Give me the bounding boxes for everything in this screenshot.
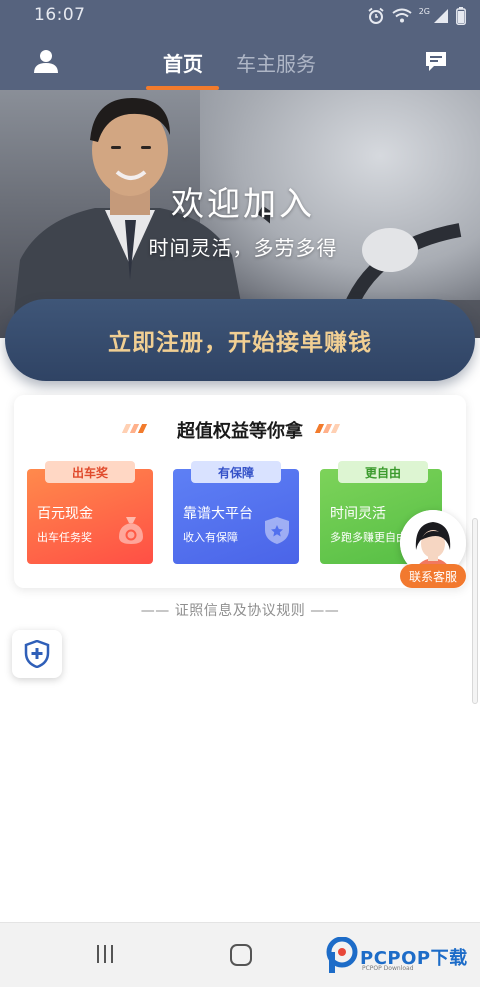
hero-title: 欢迎加入 bbox=[171, 184, 315, 223]
benefits-title: 超值权益等你拿 bbox=[177, 421, 303, 442]
benefit-cash-reward[interactable]: 出车奖 百元现金 出车任务奖 bbox=[27, 461, 153, 564]
benefit-reliable-platform[interactable]: 有保障 靠谱大平台 收入有保障 bbox=[173, 461, 299, 564]
license-info-link[interactable]: —— 证照信息及协议规则 —— bbox=[0, 600, 480, 620]
battery-icon bbox=[456, 7, 466, 25]
wifi-icon bbox=[392, 8, 412, 23]
watermark: PCPOP下载 PCPOP Download bbox=[326, 936, 476, 977]
watermark-subtext: PCPOP Download bbox=[362, 965, 414, 972]
contact-service-button[interactable]: 联系客服 bbox=[400, 564, 466, 588]
money-bag-icon bbox=[119, 517, 143, 544]
system-nav-bar: PCPOP下载 PCPOP Download bbox=[0, 922, 480, 987]
benefit-desc: 出车任务奖 bbox=[37, 531, 92, 544]
benefit-name: 靠谱大平台 bbox=[183, 506, 253, 522]
pcpop-logo-icon bbox=[326, 936, 358, 973]
shield-plus-icon bbox=[24, 640, 50, 668]
alarm-icon bbox=[368, 7, 384, 24]
status-bar: 16:07 2G bbox=[0, 0, 480, 32]
tab-home[interactable]: 首页 bbox=[163, 48, 203, 77]
benefit-name: 时间灵活 bbox=[330, 506, 386, 522]
network-label: 2G bbox=[418, 7, 430, 16]
title-decoration-right bbox=[314, 424, 341, 433]
status-icons: 2G bbox=[367, 7, 466, 25]
benefit-name: 百元现金 bbox=[37, 506, 93, 522]
message-icon[interactable] bbox=[423, 48, 449, 74]
benefit-tag: 有保障 bbox=[191, 461, 281, 483]
benefit-desc: 多跑多赚更自由 bbox=[330, 531, 404, 544]
status-time: 16:07 bbox=[34, 5, 86, 25]
recent-apps-button[interactable] bbox=[97, 945, 117, 965]
register-button[interactable]: 立即注册，开始接单赚钱 bbox=[5, 299, 475, 381]
benefit-tag: 出车奖 bbox=[45, 461, 135, 483]
home-button[interactable] bbox=[230, 944, 252, 966]
benefit-tag: 更自由 bbox=[338, 461, 428, 483]
user-profile-icon[interactable] bbox=[31, 46, 61, 76]
benefit-desc: 收入有保障 bbox=[183, 531, 238, 544]
benefits-card: 超值权益等你拿 出车奖 百元现金 出车任务奖 有保障 靠谱大平台 收入有保障 更… bbox=[14, 395, 466, 588]
safety-shield-button[interactable] bbox=[12, 630, 62, 678]
hero-subtitle: 时间灵活，多劳多得 bbox=[148, 236, 338, 260]
shield-icon bbox=[265, 517, 289, 544]
tab-car-owner-service[interactable]: 车主服务 bbox=[236, 48, 316, 77]
edge-panel-handle[interactable] bbox=[472, 518, 478, 704]
app-header: 首页 车主服务 bbox=[0, 32, 480, 90]
signal-icon bbox=[434, 9, 448, 23]
